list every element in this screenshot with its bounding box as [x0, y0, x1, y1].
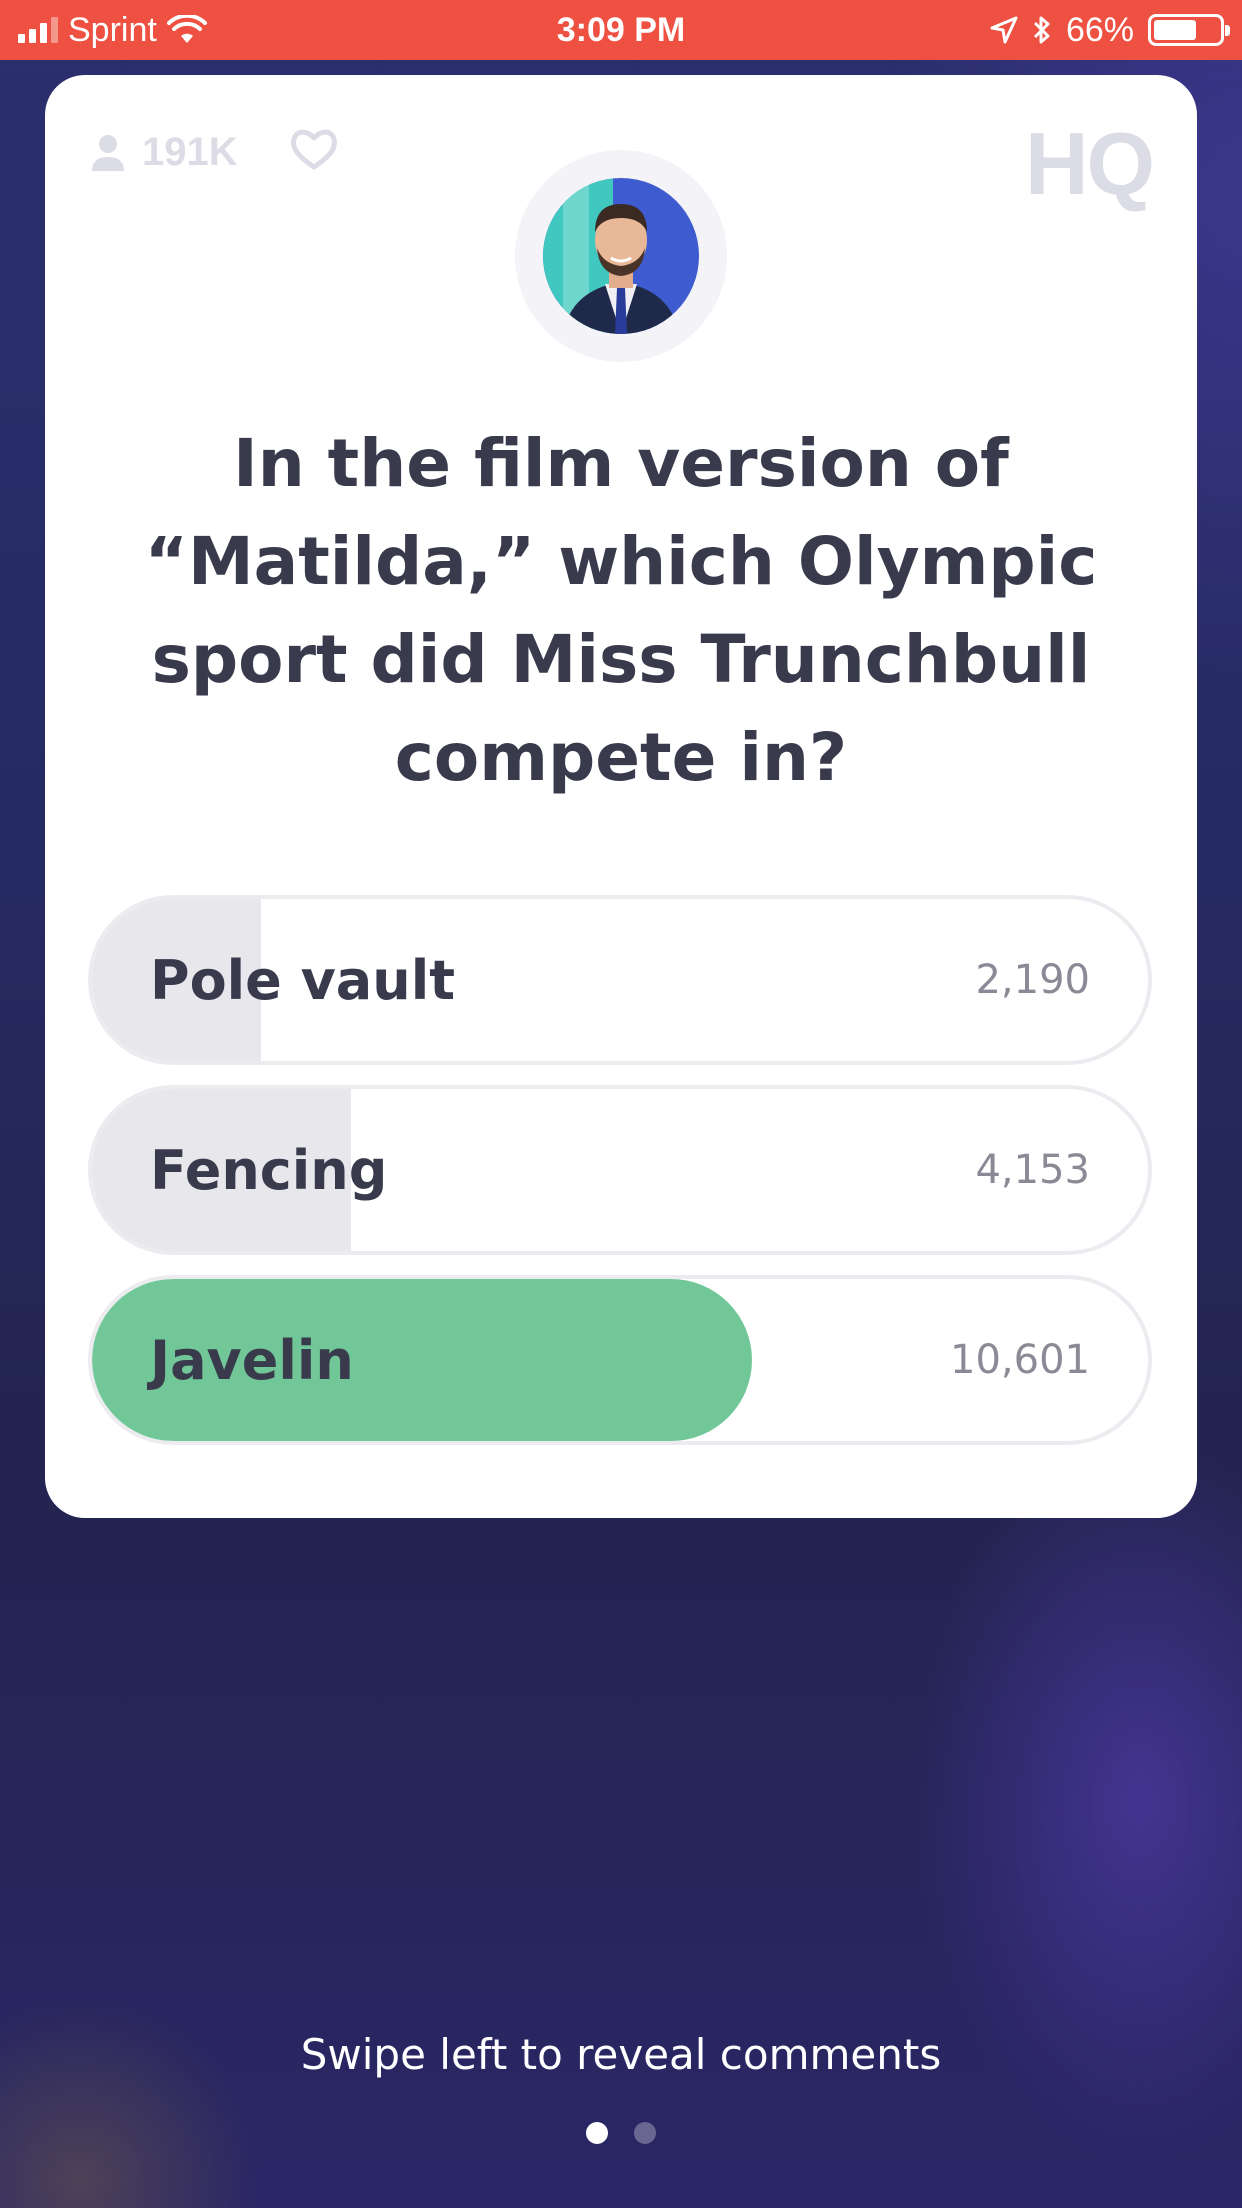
- answer-count: 4,153: [975, 1147, 1090, 1193]
- answer-count: 2,190: [975, 957, 1090, 1003]
- page-dot-1[interactable]: [586, 2122, 608, 2144]
- battery-icon: [1148, 14, 1230, 46]
- bluetooth-icon: [1033, 16, 1050, 44]
- location-arrow-icon: [990, 16, 1018, 44]
- status-bar: Sprint 3:09 PM 66%: [0, 0, 1242, 60]
- question-text: In the film version of “Matilda,” which …: [144, 425, 1098, 796]
- host-photo: [543, 178, 699, 334]
- swipe-hint: Swipe left to reveal comments: [300, 2030, 942, 2079]
- answer-label: Fencing: [150, 1138, 388, 1202]
- answer-option-pole-vault[interactable]: Pole vault 2,190: [88, 895, 1152, 1065]
- answer-option-fencing[interactable]: Fencing 4,153: [88, 1085, 1152, 1255]
- answer-count: 10,601: [950, 1337, 1090, 1383]
- host-avatar: [515, 150, 727, 362]
- viewer-count: 191K: [90, 130, 238, 175]
- person-icon: [92, 134, 124, 171]
- page-dot-2[interactable]: [634, 2122, 656, 2144]
- viewer-count-value: 191K: [142, 130, 238, 174]
- page-indicator[interactable]: [0, 2122, 1242, 2144]
- answer-label: Javelin: [150, 1328, 354, 1392]
- answer-label: Pole vault: [150, 948, 456, 1012]
- battery-percent: 66%: [1065, 10, 1134, 49]
- question-card: 191K HQ In the film version of “Matilda,…: [45, 75, 1197, 1518]
- answer-option-javelin[interactable]: Javelin 10,601: [88, 1275, 1152, 1445]
- heart-icon[interactable]: [290, 127, 338, 171]
- hq-logo: HQ: [1025, 114, 1155, 213]
